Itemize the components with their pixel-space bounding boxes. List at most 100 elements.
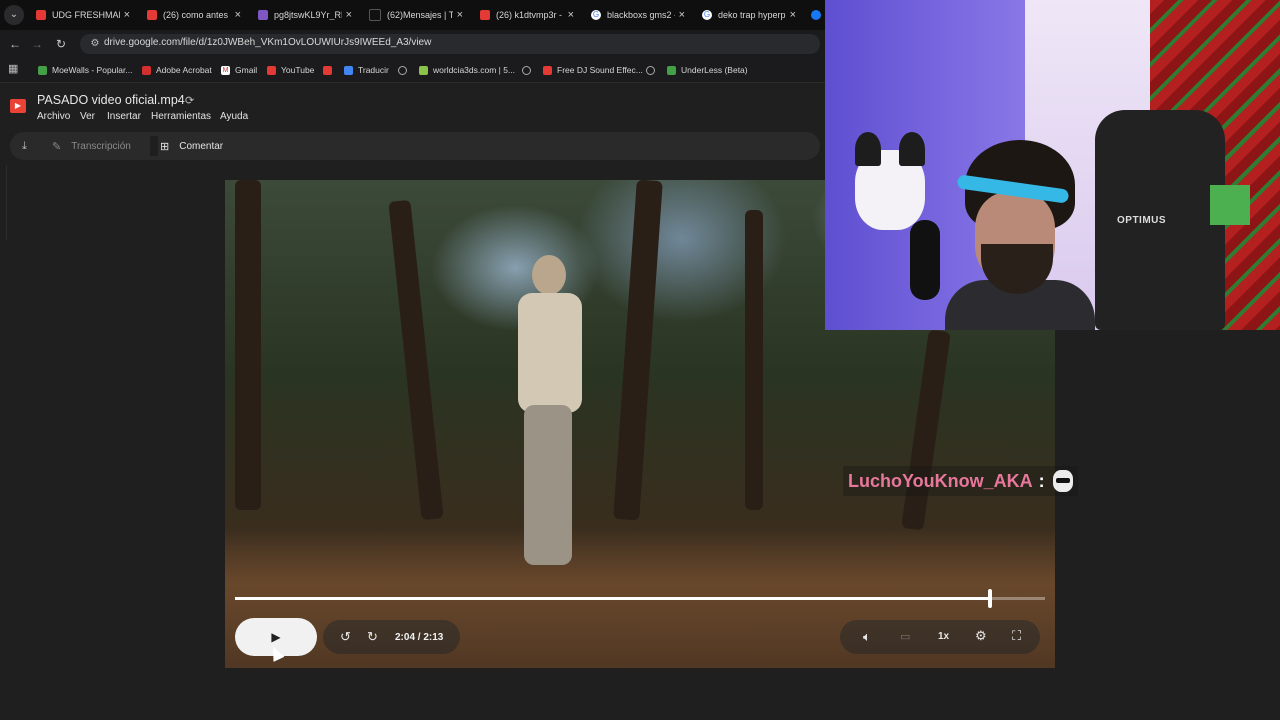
comment-icon: ⊞ xyxy=(160,140,170,153)
comment-button[interactable]: ⊞ Comentar xyxy=(160,132,223,160)
bookmark-item[interactable] xyxy=(522,63,536,77)
chat-message: LuchoYouKnow_AKA : xyxy=(843,466,1078,496)
speed-button[interactable]: 1x xyxy=(938,631,949,642)
bookmark-item[interactable]: Free DJ Sound Effec... xyxy=(543,63,643,77)
browser-tab[interactable]: UDG FRESHMAN × xyxy=(28,3,138,27)
person-body xyxy=(518,293,582,413)
tab-title: deko trap hyperp xyxy=(718,10,786,20)
creeper-plush xyxy=(1210,185,1250,225)
menu-ayuda[interactable]: Ayuda xyxy=(220,111,248,122)
volume-icon[interactable]: 🔈︎ xyxy=(863,629,871,645)
tiktok-icon xyxy=(369,9,381,21)
menu-ver[interactable]: Ver xyxy=(80,111,95,122)
globe-icon xyxy=(522,65,531,75)
menu-herramientas[interactable]: Herramientas xyxy=(151,111,211,122)
close-icon[interactable]: × xyxy=(790,9,796,21)
chat-separator: : xyxy=(1038,470,1045,491)
apps-grid-icon[interactable]: ▦ xyxy=(8,64,19,75)
menu-insertar[interactable]: Insertar xyxy=(107,111,141,122)
close-icon[interactable]: × xyxy=(457,9,463,21)
google-icon: G xyxy=(591,10,601,20)
youtube-icon xyxy=(480,10,490,20)
forward-10-icon[interactable]: ↻ xyxy=(367,629,378,645)
photo-icon xyxy=(258,10,268,20)
chair-logo: OPTIMUS xyxy=(1117,215,1167,226)
bookmark-item[interactable] xyxy=(646,63,660,77)
rewind-10-icon[interactable]: ↺ xyxy=(340,629,351,645)
seek-bar[interactable] xyxy=(235,589,1045,608)
close-icon[interactable]: × xyxy=(346,9,352,21)
browser-tab[interactable]: (26) como antes p × xyxy=(139,3,249,27)
bookmark-label: worldcia3ds.com | 5... xyxy=(433,65,516,75)
site-info-icon[interactable]: ⚙ xyxy=(88,37,102,51)
tab-search-chevron-icon[interactable]: ⌄ xyxy=(4,5,24,25)
adobe-acrobat-icon xyxy=(142,65,151,75)
sunglasses-emote-icon xyxy=(1052,470,1073,492)
tab-title: (26) k1dtvmp3r - xyxy=(496,10,563,20)
close-icon[interactable]: × xyxy=(124,9,130,21)
transcription-icon: ✎ xyxy=(52,140,62,153)
gmail-icon: M xyxy=(221,65,230,75)
bookmark-item[interactable]: Adobe Acrobat xyxy=(142,63,212,77)
bookmark-item[interactable]: worldcia3ds.com | 5... xyxy=(419,63,515,77)
bookmark-item[interactable] xyxy=(323,63,337,77)
captions-icon[interactable]: ▭ xyxy=(900,630,910,643)
chat-username: LuchoYouKnow_AKA xyxy=(848,470,1033,491)
bookmark-item[interactable]: M Gmail xyxy=(221,63,257,77)
browser-tab[interactable]: G blackboxs gms2 - × xyxy=(583,3,693,27)
side-panel-handle[interactable] xyxy=(0,165,7,240)
bookmark-label: UnderLess (Beta) xyxy=(681,65,748,75)
person-head xyxy=(532,255,566,295)
reload-icon[interactable]: ↻ xyxy=(52,35,70,53)
translate-icon xyxy=(344,65,353,75)
bookmark-label: YouTube xyxy=(281,65,315,75)
viewer-toolbar: ⤓ ✎ Transcripción ⊞ Comentar xyxy=(10,132,820,160)
person-legs xyxy=(524,405,572,565)
close-icon[interactable]: × xyxy=(235,9,241,21)
seek-progress xyxy=(235,597,990,600)
bookmark-label: Traducir xyxy=(358,65,389,75)
browser-tab[interactable]: (26) k1dtvmp3r - × xyxy=(472,3,582,27)
youtube-icon xyxy=(147,10,157,20)
settings-gear-icon[interactable]: ⚙ xyxy=(975,628,987,644)
download-button[interactable]: ⤓ xyxy=(22,132,37,160)
video-file-icon: ▶ xyxy=(10,99,26,113)
seek-handle[interactable] xyxy=(987,589,992,608)
transcription-label: Transcripción xyxy=(71,140,131,152)
facebook-icon xyxy=(811,10,821,20)
address-bar[interactable]: ⚙ drive.google.com/file/d/1z0JWBeh_VKm1O… xyxy=(80,34,820,54)
play-icon: ▶ xyxy=(271,630,281,644)
close-icon[interactable]: × xyxy=(568,9,574,21)
share-status-icon[interactable]: ⟳ xyxy=(185,94,194,107)
bookmark-item[interactable] xyxy=(398,63,412,77)
bookmark-item[interactable]: YouTube xyxy=(267,63,314,77)
file-title[interactable]: PASADO video oficial.mp4 xyxy=(37,93,185,107)
kuromi-plush xyxy=(855,132,925,230)
forward-arrow-icon[interactable]: → xyxy=(28,35,46,53)
transcription-button[interactable]: ✎ Transcripción xyxy=(52,132,131,160)
bookmark-item[interactable]: UnderLess (Beta) xyxy=(667,63,748,77)
bookmark-item[interactable]: MoeWalls - Popular... xyxy=(38,63,132,77)
url-text[interactable]: drive.google.com/file/d/1z0JWBeh_VKm1OvL… xyxy=(104,37,431,48)
worldcia-icon xyxy=(419,65,428,75)
youtube-icon xyxy=(267,65,276,75)
comment-label: Comentar xyxy=(179,140,224,152)
plush-ear xyxy=(899,132,925,166)
walking-person xyxy=(500,255,590,575)
webcam-overlay: OPTIMUS xyxy=(825,0,1280,330)
browser-tab[interactable]: (62)Mensajes | Tik × xyxy=(361,3,471,27)
back-arrow-icon[interactable]: ← xyxy=(6,35,24,53)
moewalls-icon xyxy=(38,65,47,75)
browser-tab[interactable] xyxy=(803,3,825,27)
close-icon[interactable]: × xyxy=(679,9,685,21)
bookmark-item[interactable]: Traducir xyxy=(344,63,389,77)
streamer xyxy=(945,140,1095,330)
fullscreen-icon[interactable]: ⛶ xyxy=(1012,628,1021,644)
toolbar-divider xyxy=(150,136,158,156)
browser-tab[interactable]: pg8jtswKL9Yr_RD × xyxy=(250,3,360,27)
bookmark-label: Adobe Acrobat xyxy=(156,65,212,75)
youtube-icon xyxy=(323,65,332,75)
browser-tab[interactable]: G deko trap hyperp × xyxy=(694,3,804,27)
menu-archivo[interactable]: Archivo xyxy=(37,111,70,122)
google-icon: G xyxy=(702,10,712,20)
